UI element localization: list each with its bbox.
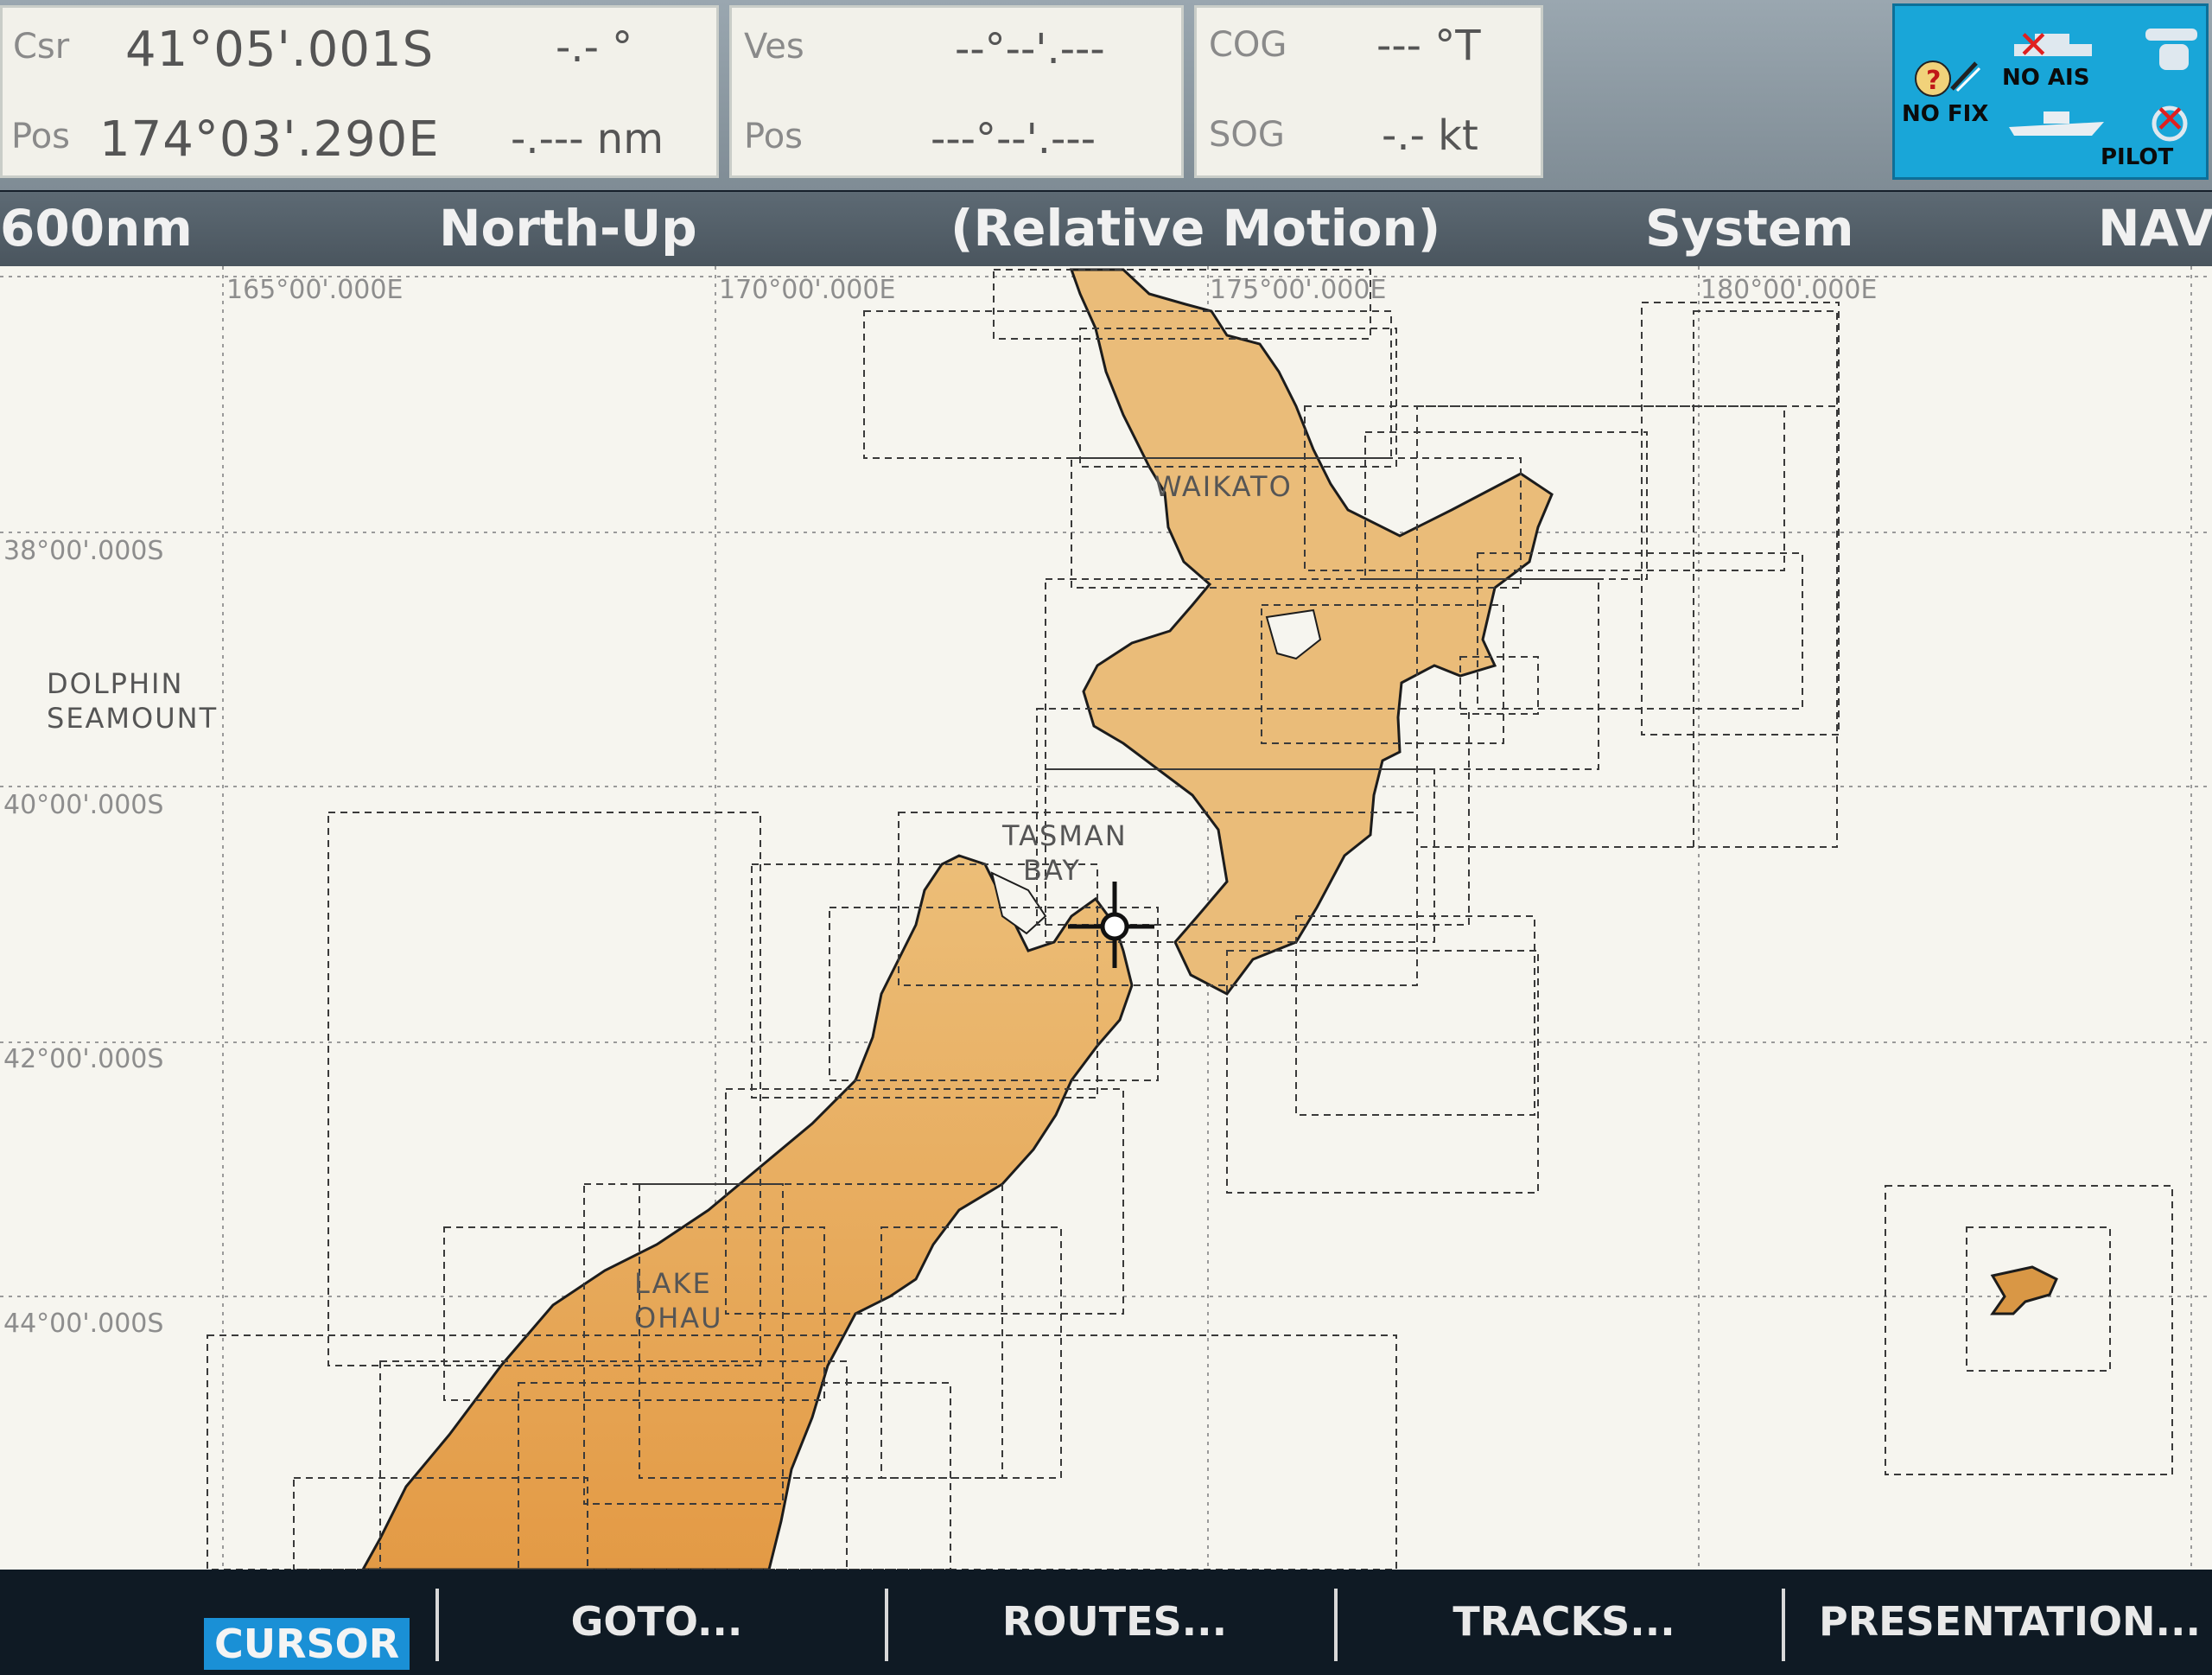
vessel-panel: Ves --°--'.--- Pos ---°--'.--- xyxy=(729,5,1184,178)
south-island xyxy=(361,854,1134,1570)
place-tasman-bay-1: TASMAN xyxy=(1002,819,1128,852)
csr-pos-label: Pos xyxy=(11,117,71,156)
lat-label-38: 38°00'.000S xyxy=(3,536,164,566)
no-fix-label: NO FIX xyxy=(1902,101,1989,127)
motion-mode[interactable]: (Relative Motion) xyxy=(950,199,1440,258)
vessel-icon xyxy=(2009,106,2113,144)
chart-canvas xyxy=(0,266,2212,1570)
chatham-islands xyxy=(1990,1265,2058,1315)
chart-header: 600nm North-Up (Relative Motion) System … xyxy=(0,192,2212,266)
ves-label: Ves xyxy=(744,27,804,67)
csr-range: -.--- nm xyxy=(511,115,664,163)
place-dolphin-seamount-1: DOLPHIN xyxy=(47,667,184,700)
lon-label-170: 170°00'.000E xyxy=(719,275,896,305)
softkey-goto[interactable]: GOTO... xyxy=(484,1587,830,1656)
system-mode[interactable]: System xyxy=(1645,199,1854,258)
cog-sog-panel: COG --- °T SOG -.- kt xyxy=(1194,5,1543,178)
csr-bearing: -.- ° xyxy=(556,23,633,72)
cursor-panel: Csr 41°05'.001S -.- ° Pos 174°03'.290E -… xyxy=(0,5,719,178)
csr-longitude: 174°03'.290E xyxy=(99,111,440,168)
gps-no-fix-icon: ? xyxy=(1907,51,1985,106)
softkey-separator xyxy=(1334,1589,1338,1661)
place-lake-ohau-2: OHAU xyxy=(634,1302,723,1334)
softkey-routes[interactable]: ROUTES... xyxy=(933,1587,1296,1656)
radar-icon xyxy=(2142,23,2202,87)
nav-mode[interactable]: NAV xyxy=(2098,199,2212,258)
place-lake-ohau-1: LAKE xyxy=(634,1267,712,1300)
sog-value: -.- kt xyxy=(1382,111,1478,160)
softkey-separator xyxy=(885,1589,888,1661)
lat-label-42: 42°00'.000S xyxy=(3,1044,164,1074)
softkey-separator xyxy=(1782,1589,1785,1661)
softkey-bar: CURSOR GOTO... ROUTES... TRACKS... PRESE… xyxy=(0,1570,2212,1675)
csr-label: Csr xyxy=(13,27,70,67)
sog-label: SOG xyxy=(1209,115,1285,155)
no-ais-label: NO AIS xyxy=(2002,65,2090,91)
place-dolphin-seamount-2: SEAMOUNT xyxy=(47,702,219,735)
orientation-mode[interactable]: North-Up xyxy=(439,199,697,258)
cog-label: COG xyxy=(1209,25,1287,65)
ves-pos-label: Pos xyxy=(744,117,804,156)
pilot-cross-icon: ✕ xyxy=(2154,98,2186,142)
place-waikato: WAIKATO xyxy=(1154,470,1293,503)
lon-label-180: 180°00'.000E xyxy=(1700,275,1878,305)
ves-latitude: --°--'.--- xyxy=(955,25,1105,73)
lon-label-165: 165°00'.000E xyxy=(226,275,404,305)
softkey-presentation[interactable]: PRESENTATION... xyxy=(1808,1587,2212,1656)
svg-text:?: ? xyxy=(1926,66,1941,96)
csr-latitude: 41°05'.001S xyxy=(125,22,435,78)
range-scale[interactable]: 600nm xyxy=(0,199,193,258)
lon-label-175: 175°00'.000E xyxy=(1210,275,1387,305)
softkey-cursor[interactable]: CURSOR xyxy=(204,1618,410,1670)
lat-label-44: 44°00'.000S xyxy=(3,1309,164,1339)
softkey-tracks[interactable]: TRACKS... xyxy=(1382,1587,1745,1656)
status-indicator[interactable]: ? NO FIX ✕ NO AIS ✕ PILOT xyxy=(1892,3,2209,180)
place-tasman-bay-2: BAY xyxy=(1023,854,1081,887)
pilot-label: PILOT xyxy=(2101,144,2174,170)
data-bar: Csr 41°05'.001S -.- ° Pos 174°03'.290E -… xyxy=(0,0,2212,190)
cog-value: --- °T xyxy=(1376,22,1481,70)
chart-view[interactable]: 165°00'.000E 170°00'.000E 175°00'.000E 1… xyxy=(0,266,2212,1570)
ais-cross-icon: ✕ xyxy=(2018,23,2050,67)
softkey-separator xyxy=(435,1589,439,1661)
lat-label-40: 40°00'.000S xyxy=(3,790,164,820)
ves-longitude: ---°--'.--- xyxy=(931,115,1096,163)
